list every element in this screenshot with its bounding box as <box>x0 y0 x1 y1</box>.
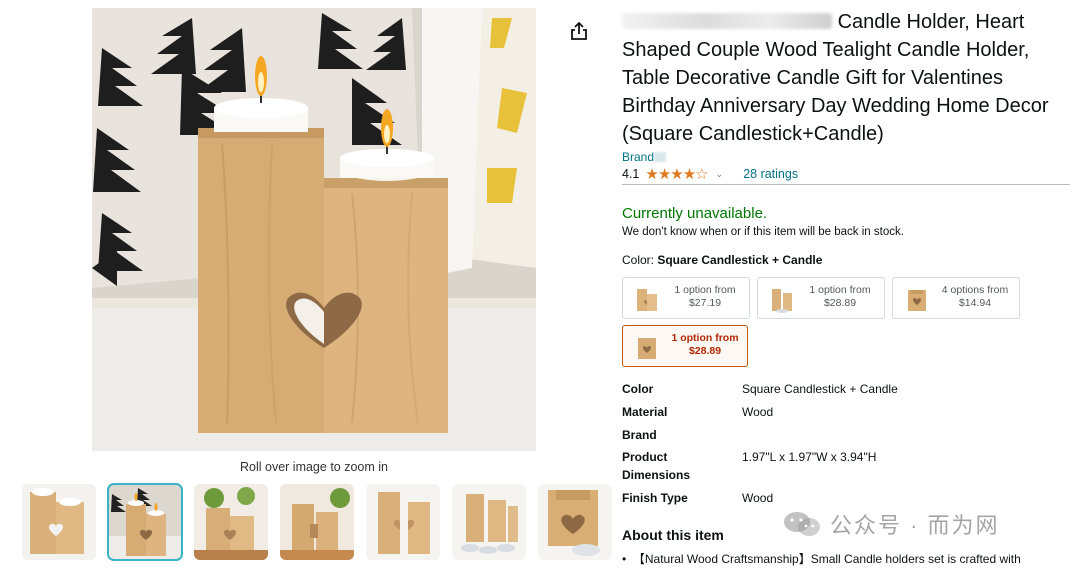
thumbnail-2[interactable] <box>107 483 183 561</box>
star-rating-icon[interactable]: ★★★★☆ <box>645 165 708 183</box>
ratings-count-link[interactable]: 28 ratings <box>743 167 798 181</box>
blurred-brand <box>654 152 667 162</box>
thumbnail-5[interactable] <box>366 484 440 560</box>
brand-link[interactable]: Brand <box>622 150 667 164</box>
chevron-down-icon[interactable]: ⌄ <box>716 169 724 180</box>
wechat-icon <box>784 512 820 536</box>
about-heading: About this item <box>622 527 724 543</box>
option-1-label: 1 option from <box>674 284 736 296</box>
thumbnail-6[interactable] <box>452 484 526 560</box>
selected-color: Color: Square Candlestick + Candle <box>622 253 822 267</box>
color-option-3[interactable]: 4 options from $14.94 <box>892 277 1020 319</box>
availability-note: We don't know when or if this item will … <box>622 226 904 238</box>
thumbnail-4[interactable] <box>280 484 354 560</box>
spec-key: Product Dimensions <box>622 450 691 482</box>
spec-value: Wood <box>742 405 774 419</box>
option-thumbnail-icon <box>637 289 657 311</box>
title-rest: Shaped Couple Wood Tealight Candle Holde… <box>622 39 1049 145</box>
main-product-image[interactable] <box>92 8 536 451</box>
thumbnail-1[interactable] <box>22 484 96 560</box>
spec-key: Finish Type <box>622 491 688 505</box>
brand-prefix: Brand <box>622 150 655 164</box>
rating-row: 4.1 ★★★★☆ ⌄ 28 ratings <box>622 165 798 183</box>
option-3-label: 4 options from <box>941 284 1009 296</box>
rating-value: 4.1 <box>622 167 640 181</box>
spec-value: Wood <box>742 491 774 505</box>
color-option-1[interactable]: 1 option from $27.19 <box>622 277 750 319</box>
spec-key: Brand <box>622 428 657 442</box>
about-bullet-text: 【Natural Wood Craftsmanship】Small Candle… <box>632 552 1021 566</box>
watermark-text: 公众号 · 而为网 <box>830 513 1000 538</box>
option-4-label: 1 option from <box>671 332 739 344</box>
option-thumbnail-icon <box>772 289 792 313</box>
about-bullet: • 【Natural Wood Craftsmanship】Small Cand… <box>622 552 1021 566</box>
thumbnail-strip <box>22 483 612 562</box>
color-option-2[interactable]: 1 option from $28.89 <box>757 277 885 319</box>
color-label: Color: <box>622 253 658 267</box>
share-icon[interactable] <box>568 20 590 42</box>
zoom-hint: Roll over image to zoom in <box>240 460 388 474</box>
spec-value: Square Candlestick + Candle <box>742 382 898 396</box>
option-4-price: $28.89 <box>688 345 722 357</box>
spec-key: Material <box>622 405 668 419</box>
thumbnail-7[interactable] <box>538 484 612 560</box>
divider <box>622 184 1070 185</box>
blurred-brand-name <box>622 13 832 29</box>
color-option-4-selected[interactable]: 1 option from $28.89 <box>622 325 748 367</box>
thumbnail-3[interactable] <box>194 484 268 560</box>
option-3-price: $14.94 <box>958 297 992 309</box>
spec-key: Color <box>622 382 654 396</box>
option-thumbnail-icon <box>908 290 926 311</box>
option-thumbnail-icon <box>638 338 656 359</box>
option-2-price: $28.89 <box>823 297 857 309</box>
watermark: 公众号 · 而为网 <box>782 510 1000 538</box>
product-title: Candle Holder, Heart Shaped Couple Wood … <box>622 8 1062 148</box>
option-1-price: $27.19 <box>688 297 722 309</box>
title-line1: Candle Holder, Heart <box>837 11 1025 33</box>
availability-status: Currently unavailable. <box>622 205 768 222</box>
option-2-label: 1 option from <box>809 284 871 296</box>
color-value: Square Candlestick + Candle <box>657 253 823 267</box>
spec-value: 1.97"L x 1.97"W x 3.94"H <box>742 450 877 464</box>
